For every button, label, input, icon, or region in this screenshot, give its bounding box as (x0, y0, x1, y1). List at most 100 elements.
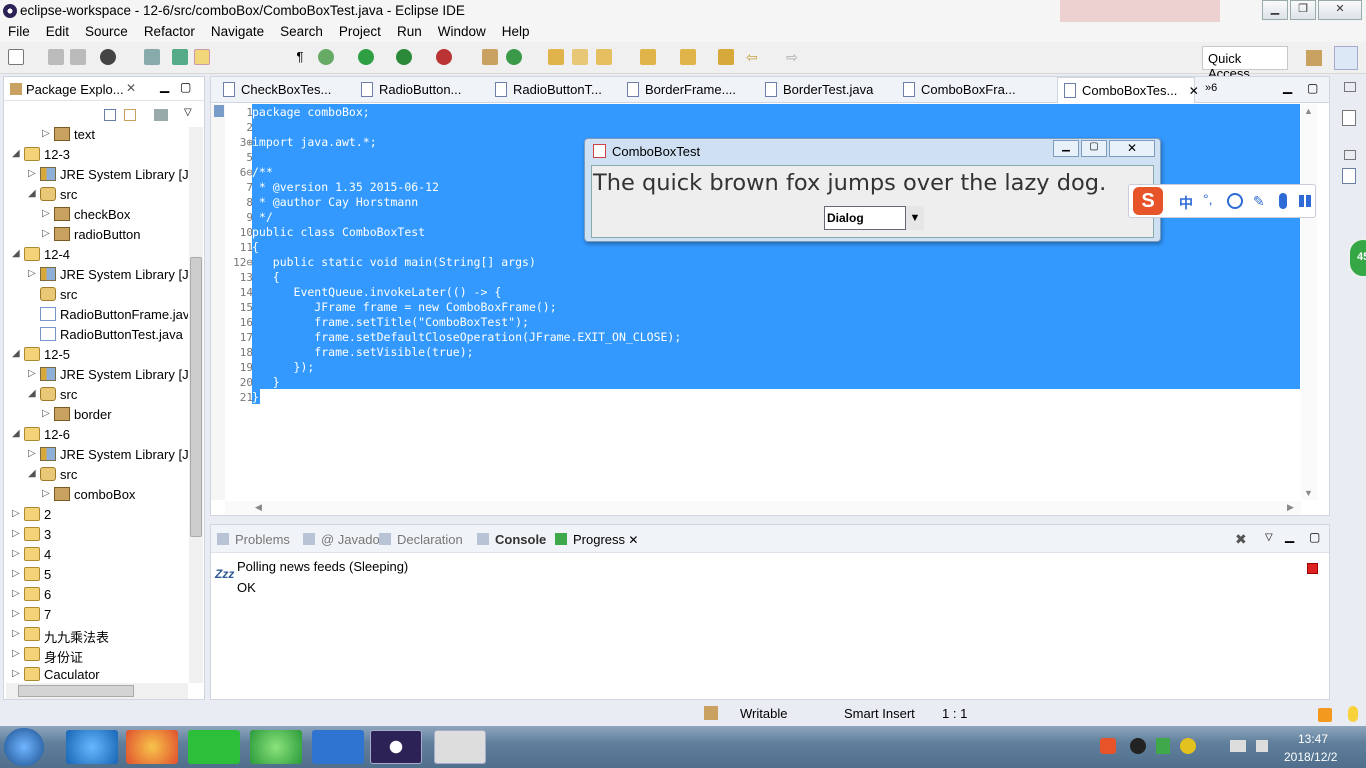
remove-finished-icon[interactable]: ✖ (1235, 531, 1247, 548)
sogou-icon[interactable]: S (1133, 187, 1163, 215)
print-icon[interactable] (100, 49, 116, 65)
panel-minimize-icon[interactable]: ▁ (1285, 529, 1294, 543)
tree-item[interactable]: ▷ 4 (4, 545, 188, 565)
close-tab-icon[interactable]: ✕ (1185, 84, 1199, 98)
expand-arrow-icon[interactable]: ◢ (28, 388, 36, 399)
expand-arrow-icon[interactable]: ▷ (42, 488, 50, 499)
bottom-tab[interactable]: Console (477, 532, 546, 547)
new-icon[interactable] (8, 49, 24, 65)
bottom-tab[interactable]: Progress ✕ (555, 532, 638, 547)
editor-minimize-icon[interactable]: ▁ (1283, 80, 1292, 94)
java-perspective-icon[interactable] (1334, 46, 1358, 70)
expand-arrow-icon[interactable]: ◢ (12, 148, 20, 159)
outline-icon[interactable] (1342, 110, 1356, 126)
prev-annotation-icon[interactable] (680, 49, 696, 65)
scroll-right-icon[interactable]: ▶ (1287, 502, 1294, 513)
external-tools-icon[interactable] (436, 49, 452, 65)
ie-icon[interactable] (66, 730, 118, 764)
minimize-view-icon[interactable]: ▁ (160, 79, 169, 93)
collapse-all-icon[interactable] (104, 109, 116, 121)
close-tab-icon[interactable]: ✕ (625, 533, 638, 547)
editor-tab[interactable]: BorderTest.java (759, 77, 891, 103)
expand-arrow-icon[interactable]: ▷ (12, 628, 20, 639)
expand-arrow-icon[interactable]: ▷ (12, 588, 20, 599)
grid-menu-icon[interactable] (1299, 195, 1311, 207)
editor-tab[interactable]: RadioButton... (355, 77, 483, 103)
back-icon[interactable]: ⇦ (744, 49, 760, 65)
minimize-button[interactable]: ▁ (1262, 0, 1288, 20)
tree-item[interactable]: ▷ 7 (4, 605, 188, 625)
open-type-icon[interactable] (548, 49, 564, 65)
dialog-close-button[interactable]: ✕ (1109, 140, 1155, 157)
360-icon[interactable] (250, 730, 302, 764)
expand-arrow-icon[interactable]: ◢ (28, 188, 36, 199)
bottom-tab[interactable]: Problems (217, 532, 290, 547)
debug-icon[interactable] (172, 49, 188, 65)
expand-arrow-icon[interactable]: ▷ (12, 608, 20, 619)
plus-tray-icon[interactable] (1180, 738, 1196, 754)
java-taskbar-icon[interactable] (434, 730, 486, 764)
editor-tab[interactable]: CheckBoxTes... (217, 77, 345, 103)
tree-item[interactable]: ◢ 12-4 (4, 245, 188, 265)
dialog-minimize-button[interactable]: ▁ (1053, 140, 1079, 157)
tree-item[interactable]: ▷ 身份证 (4, 645, 188, 665)
tree-item[interactable]: ◢ src (4, 185, 188, 205)
close-button[interactable]: ✕ (1318, 0, 1362, 20)
tree-item[interactable]: ▷ text (4, 125, 188, 145)
editor-tab[interactable]: BorderFrame.... (621, 77, 753, 103)
open-perspective-icon[interactable] (1306, 50, 1322, 66)
volume-tray-icon[interactable] (1256, 740, 1268, 752)
menu-run[interactable]: Run (389, 22, 430, 39)
tree-item[interactable]: src (4, 285, 188, 305)
coverage-icon[interactable] (396, 49, 412, 65)
quick-access-field[interactable]: Quick Access (1202, 46, 1288, 81)
tree-horizontal-scrollbar[interactable] (6, 683, 188, 699)
expand-arrow-icon[interactable]: ▷ (42, 128, 50, 139)
emoji-icon[interactable] (1227, 193, 1243, 209)
menu-edit[interactable]: Edit (38, 22, 77, 39)
scroll-left-icon[interactable]: ◀ (255, 502, 262, 513)
menu-project[interactable]: Project (331, 22, 389, 39)
editor-tab[interactable]: ComboBoxTes... ✕ (1057, 77, 1199, 103)
bottom-tab[interactable]: @ Javadoc (303, 532, 386, 547)
tree-item[interactable]: ▷ JRE System Library [Ja (4, 445, 188, 465)
punctuation-icon[interactable]: °, (1203, 191, 1213, 207)
microphone-icon[interactable] (1279, 193, 1287, 209)
tree-item[interactable]: ◢ src (4, 385, 188, 405)
restore-icon-2[interactable] (1344, 150, 1356, 160)
tree-vertical-scrollbar[interactable] (189, 127, 203, 683)
expand-arrow-icon[interactable]: ◢ (28, 468, 36, 479)
expand-arrow-icon[interactable]: ▷ (12, 508, 20, 519)
font-combobox[interactable]: Dialog ▼ (824, 206, 924, 230)
expand-arrow-icon[interactable]: ◢ (12, 248, 20, 259)
menu-refactor[interactable]: Refactor (136, 22, 203, 39)
tip-icon[interactable] (1348, 706, 1358, 722)
stop-job-icon[interactable] (1307, 563, 1318, 574)
open-task-icon[interactable] (572, 49, 588, 65)
tree-item[interactable]: ▷ border (4, 405, 188, 425)
menu-window[interactable]: Window (430, 22, 494, 39)
bug-icon[interactable] (318, 49, 334, 65)
tree-item[interactable]: RadioButtonTest.java (4, 325, 188, 345)
tree-item[interactable]: ▷ checkBox (4, 205, 188, 225)
ime-chinese-mode[interactable]: 中 (1179, 193, 1193, 213)
expand-arrow-icon[interactable]: ▷ (12, 528, 20, 539)
notification-badge[interactable]: 45 (1348, 238, 1366, 278)
save-icon[interactable] (48, 49, 64, 65)
new-package-icon[interactable] (482, 49, 498, 65)
last-edit-icon[interactable] (718, 49, 734, 65)
tree-item[interactable]: ▷ comboBox (4, 485, 188, 505)
shield-tray-icon[interactable] (1156, 738, 1170, 754)
link-editor-icon[interactable] (124, 109, 136, 121)
iqiyi-icon[interactable] (188, 730, 240, 764)
scroll-down-icon[interactable]: ▼ (1304, 488, 1313, 498)
run-icon[interactable] (358, 49, 374, 65)
maximize-view-icon[interactable]: ▢ (180, 80, 191, 94)
eclipse-taskbar-icon[interactable] (370, 730, 422, 764)
expand-arrow-icon[interactable]: ▷ (42, 208, 50, 219)
view-menu-icon[interactable] (154, 109, 168, 121)
tree-item[interactable]: ▷ radioButton (4, 225, 188, 245)
search-tool-icon[interactable] (596, 49, 612, 65)
tree-item[interactable]: ◢ 12-5 (4, 345, 188, 365)
pilcrow-icon[interactable]: ¶ (292, 49, 308, 65)
